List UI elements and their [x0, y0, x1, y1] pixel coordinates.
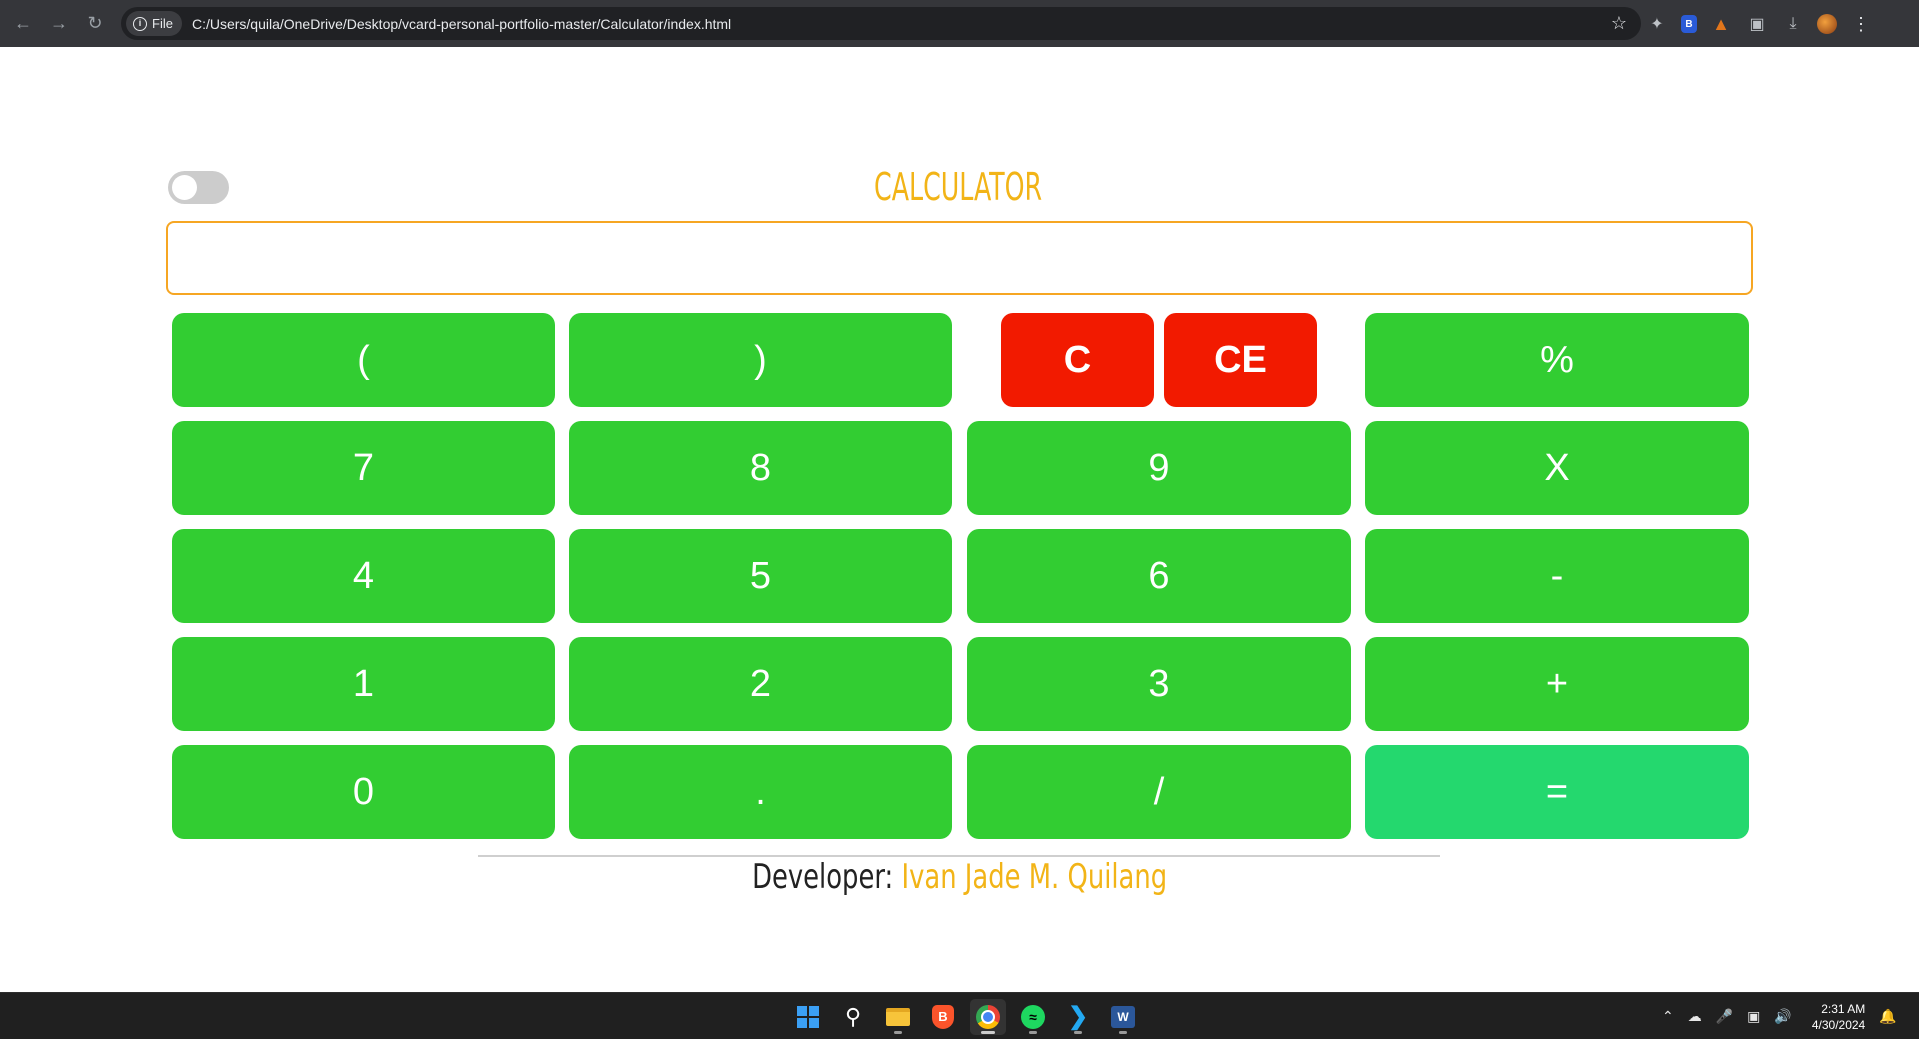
brave-browser-icon[interactable]: B — [925, 999, 961, 1035]
key-0[interactable]: 0 — [172, 745, 555, 839]
network-icon[interactable]: ▣ — [1747, 1008, 1760, 1025]
clear-entry-button[interactable]: CE — [1164, 313, 1317, 407]
clock-date: 4/30/2024 — [1811, 1017, 1866, 1032]
key-multiply[interactable]: X — [1365, 421, 1749, 515]
address-bar[interactable]: i File C:/Users/quila/OneDrive/Desktop/v… — [121, 7, 1641, 40]
volume-icon[interactable]: 🔊 — [1774, 1008, 1791, 1025]
developer-credit: Developer: Ivan Jade M. Quilang — [230, 857, 1688, 897]
key-4[interactable]: 4 — [172, 529, 555, 623]
chevron-up-icon[interactable]: ⌃ — [1662, 1008, 1674, 1025]
extensions-area: ✦ B ▲ ▣ ⤓ ⋮ — [1645, 8, 1873, 40]
windows-taskbar: ⚲ B ≈ ❯ W ⌃ ☁ 🎤 ▣ 🔊 2:31 AM 4/30/2024 🔔 — [0, 992, 1919, 1039]
download-icon[interactable]: ⤓ — [1781, 12, 1805, 36]
browser-menu-icon[interactable]: ⋮ — [1849, 12, 1873, 36]
info-icon: i — [133, 16, 147, 31]
system-tray: ⌃ ☁ 🎤 ▣ 🔊 2:31 AM 4/30/2024 🔔 — [1662, 993, 1897, 1040]
profile-avatar-icon[interactable] — [1817, 14, 1837, 34]
clock[interactable]: 2:31 AM 4/30/2024 — [1812, 1001, 1865, 1033]
url-text[interactable]: C:/Users/quila/OneDrive/Desktop/vcard-pe… — [192, 16, 731, 32]
extensions-puzzle-icon[interactable]: ▣ — [1745, 12, 1769, 36]
chrome-icon[interactable] — [970, 998, 1006, 1035]
key-9[interactable]: 9 — [967, 421, 1351, 515]
browser-toolbar: ← → ↻ i File C:/Users/quila/OneDrive/Des… — [0, 0, 1919, 47]
back-arrow-icon[interactable]: ← — [8, 9, 38, 39]
calculator-display[interactable] — [166, 221, 1753, 295]
clock-time: 2:31 AM — [1821, 1001, 1866, 1016]
notification-bell-icon[interactable]: 🔔 — [1879, 1008, 1896, 1025]
equals-button[interactable]: = — [1365, 745, 1749, 839]
vscode-icon[interactable]: ❯ — [1060, 999, 1096, 1035]
developer-label: Developer: — [752, 857, 894, 897]
calculator-title: CALCULATOR — [874, 165, 1043, 209]
developer-name: Ivan Jade M. Quilang — [901, 857, 1168, 897]
file-chip-label: File — [152, 16, 173, 31]
key-minus[interactable]: - — [1365, 529, 1749, 623]
key-plus[interactable]: + — [1365, 637, 1749, 731]
taskbar-apps: ⚲ B ≈ ❯ W — [790, 993, 1141, 1040]
key-1[interactable]: 1 — [172, 637, 555, 731]
bookmark-star-icon[interactable]: ☆ — [1611, 13, 1627, 34]
key-5[interactable]: 5 — [569, 529, 952, 623]
key-8[interactable]: 8 — [569, 421, 952, 515]
key-close-paren[interactable]: ) — [569, 313, 952, 407]
forward-arrow-icon[interactable]: → — [44, 9, 74, 39]
word-icon[interactable]: W — [1105, 999, 1141, 1035]
key-decimal[interactable]: . — [569, 745, 952, 839]
site-info-chip[interactable]: i File — [126, 11, 182, 36]
bitwarden-shield-icon[interactable]: B — [1681, 15, 1697, 33]
key-percent[interactable]: % — [1365, 313, 1749, 407]
extension-puzzle-dim-icon[interactable]: ✦ — [1645, 12, 1669, 36]
key-2[interactable]: 2 — [569, 637, 952, 731]
spotify-icon[interactable]: ≈ — [1015, 999, 1051, 1035]
page-content: CALCULATOR ( ) C CE % 7 8 9 X 4 5 6 - 1 … — [0, 47, 1919, 992]
file-explorer-icon[interactable] — [880, 999, 916, 1035]
toggle-knob — [172, 175, 197, 200]
search-icon[interactable]: ⚲ — [835, 999, 871, 1035]
onedrive-cloud-icon[interactable]: ☁ — [1688, 1008, 1702, 1025]
key-3[interactable]: 3 — [967, 637, 1351, 731]
microphone-icon[interactable]: 🎤 — [1716, 1008, 1733, 1025]
key-open-paren[interactable]: ( — [172, 313, 555, 407]
metamask-fox-icon[interactable]: ▲ — [1709, 12, 1733, 36]
reload-icon[interactable]: ↻ — [80, 9, 110, 39]
key-divide[interactable]: / — [967, 745, 1351, 839]
clear-button[interactable]: C — [1001, 313, 1154, 407]
start-windows-icon[interactable] — [790, 999, 826, 1035]
theme-toggle[interactable] — [168, 171, 229, 204]
key-6[interactable]: 6 — [967, 529, 1351, 623]
key-7[interactable]: 7 — [172, 421, 555, 515]
